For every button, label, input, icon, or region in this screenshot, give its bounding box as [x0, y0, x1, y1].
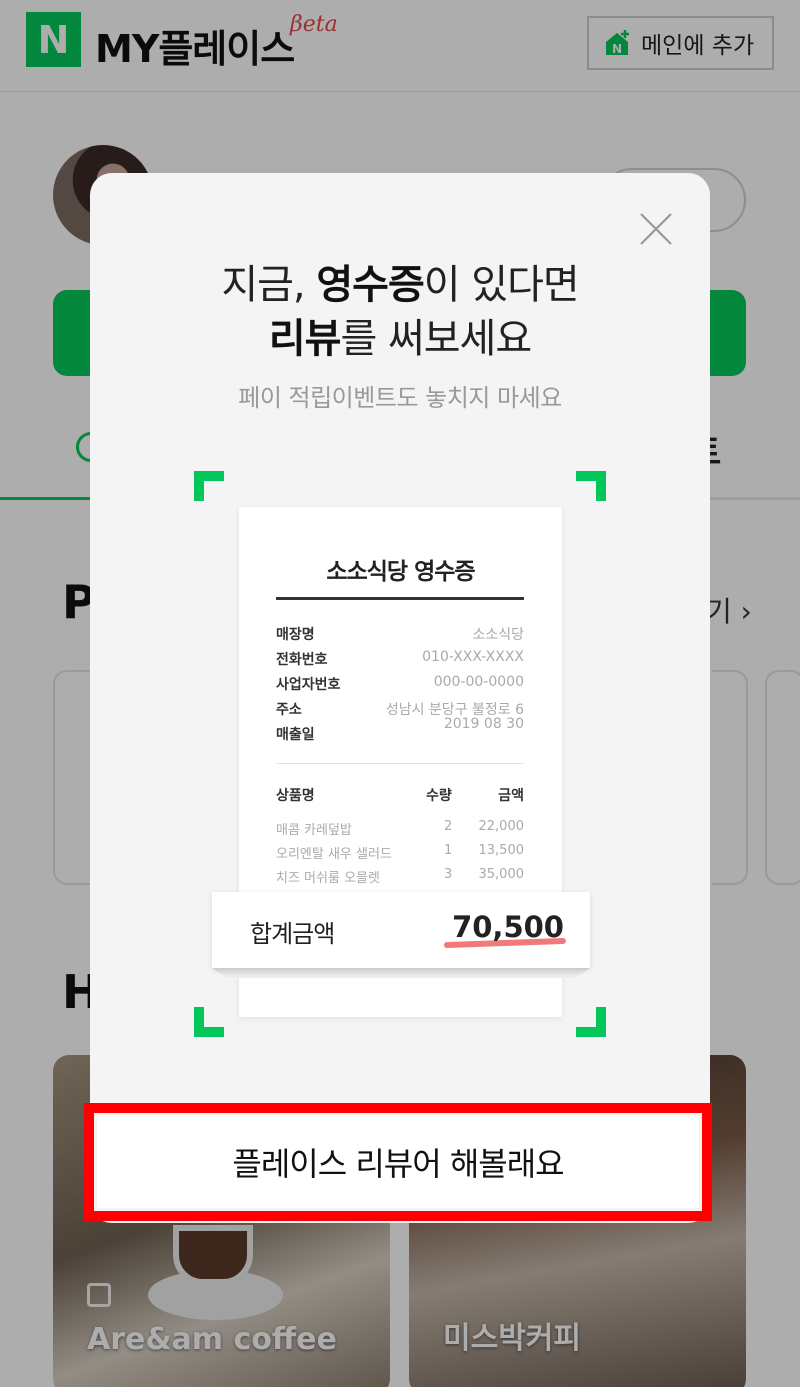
receipt-item-row: 오리엔탈 새우 샐러드 1 13,500	[276, 843, 524, 863]
try-place-reviewer-button[interactable]: 플레이스 리뷰어 해볼래요	[97, 1116, 699, 1208]
item-qty: 2	[444, 819, 453, 834]
receipt-item-row: 치즈 머쉬룸 오믈렛 3 35,000	[276, 867, 524, 887]
receipt-title: 소소식당 영수증	[326, 559, 475, 585]
receipt-info-value: 010-XXX-XXXX	[422, 649, 524, 665]
modal-subtitle: 페이 적립이벤트도 놓치지 마세요	[238, 384, 562, 412]
receipt-total-card: 합계금액 70,500	[212, 892, 590, 968]
item-qty: 3	[444, 867, 453, 882]
receipt-info-key: 매출일	[276, 727, 315, 743]
scan-corner-top-left	[194, 471, 224, 501]
receipt-divider	[276, 597, 524, 600]
receipt-info-value: 2019 08 30	[443, 716, 524, 732]
total-value: 70,500	[452, 910, 564, 944]
receipt-info-row: 사업자번호 000-00-0000	[276, 674, 524, 698]
receipt-info-row: 전화번호 010-XXX-XXXX	[276, 649, 524, 673]
receipt-info-key: 매장명	[276, 627, 315, 643]
total-card-shadow	[212, 968, 590, 978]
item-amount: 13,500	[478, 843, 525, 858]
item-name: 치즈 머쉬룸 오믈렛	[276, 871, 380, 886]
receipt-info-key: 사업자번호	[276, 677, 341, 693]
receipt-edge	[239, 501, 562, 509]
modal-title-line-2: 리뷰를 써보세요	[268, 316, 532, 362]
column-amount: 금액	[498, 788, 524, 804]
column-name: 상품명	[276, 788, 315, 804]
close-icon[interactable]	[638, 211, 674, 247]
receipt-info-row: 매출일 2019 08 30	[276, 716, 524, 748]
receipt-info-value: 000-00-0000	[433, 674, 524, 690]
item-qty: 1	[444, 843, 453, 858]
receipt-info-key: 전화번호	[276, 652, 328, 668]
item-amount: 35,000	[478, 867, 525, 882]
modal-title-line-1: 지금, 영수증이 있다면	[221, 262, 579, 308]
review-prompt-modal: 지금, 영수증이 있다면 리뷰를 써보세요 페이 적립이벤트도 놓치지 마세요 …	[90, 173, 710, 1223]
receipt-separator	[276, 763, 524, 764]
modal-title: 지금, 영수증이 있다면 리뷰를 써보세요	[90, 258, 710, 366]
total-label: 합계금액	[250, 920, 335, 948]
receipt-item-row: 매콤 카레덮밥 2 22,000	[276, 819, 524, 839]
scan-corner-top-right	[576, 471, 606, 501]
receipt-items-header: 상품명 수량 금액	[276, 785, 524, 805]
column-qty: 수량	[426, 788, 452, 804]
receipt-info-value: 소소식당	[472, 627, 524, 643]
receipt-info-key: 주소	[276, 702, 302, 718]
scan-corner-bottom-left	[194, 1007, 224, 1037]
item-name: 오리엔탈 새우 샐러드	[276, 847, 392, 862]
scan-corner-bottom-right	[576, 1007, 606, 1037]
item-name: 매콤 카레덮밥	[276, 823, 352, 838]
receipt-info-row: 매장명 소소식당	[276, 624, 524, 648]
item-amount: 22,000	[478, 819, 525, 834]
